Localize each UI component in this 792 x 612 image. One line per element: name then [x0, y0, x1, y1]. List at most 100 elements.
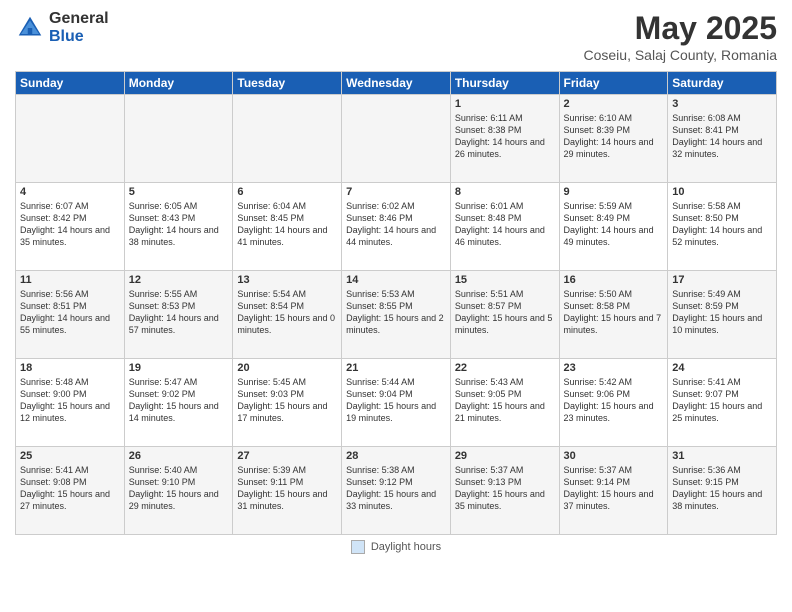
- day-number: 26: [129, 450, 229, 462]
- day-info: Sunrise: 6:11 AM Sunset: 8:38 PM Dayligh…: [455, 112, 555, 161]
- day-number: 17: [672, 274, 772, 286]
- calendar: SundayMondayTuesdayWednesdayThursdayFrid…: [15, 71, 777, 535]
- day-number: 5: [129, 186, 229, 198]
- calendar-cell: 10 Sunrise: 5:58 AM Sunset: 8:50 PM Dayli…: [668, 183, 777, 271]
- day-info: Sunrise: 5:48 AM Sunset: 9:00 PM Dayligh…: [20, 376, 120, 425]
- calendar-cell: 23 Sunrise: 5:42 AM Sunset: 9:06 PM Dayli…: [559, 359, 668, 447]
- day-info: Sunrise: 5:42 AM Sunset: 9:06 PM Dayligh…: [564, 376, 664, 425]
- day-info: Sunrise: 6:08 AM Sunset: 8:41 PM Dayligh…: [672, 112, 772, 161]
- day-number: 24: [672, 362, 772, 374]
- logo-text: General Blue: [49, 10, 109, 45]
- day-header-thursday: Thursday: [450, 72, 559, 95]
- day-number: 11: [20, 274, 120, 286]
- logo-general-text: General: [49, 10, 109, 28]
- day-number: 30: [564, 450, 664, 462]
- day-info: Sunrise: 5:41 AM Sunset: 9:07 PM Dayligh…: [672, 376, 772, 425]
- day-header-wednesday: Wednesday: [342, 72, 451, 95]
- calendar-cell: 2Sunrise: 6:10 AM Sunset: 8:39 PM Daylig…: [559, 95, 668, 183]
- day-info: Sunrise: 5:50 AM Sunset: 8:58 PM Dayligh…: [564, 288, 664, 337]
- day-info: Sunrise: 5:37 AM Sunset: 9:13 PM Dayligh…: [455, 464, 555, 513]
- day-info: Sunrise: 5:37 AM Sunset: 9:14 PM Dayligh…: [564, 464, 664, 513]
- day-info: Sunrise: 5:43 AM Sunset: 9:05 PM Dayligh…: [455, 376, 555, 425]
- day-number: 23: [564, 362, 664, 374]
- day-number: 2: [564, 98, 664, 110]
- day-number: 3: [672, 98, 772, 110]
- calendar-cell: 7 Sunrise: 6:02 AM Sunset: 8:46 PM Daylig…: [342, 183, 451, 271]
- calendar-cell: 18 Sunrise: 5:48 AM Sunset: 9:00 PM Dayli…: [16, 359, 125, 447]
- day-number: 31: [672, 450, 772, 462]
- header-row: SundayMondayTuesdayWednesdayThursdayFrid…: [16, 72, 777, 95]
- day-info: Sunrise: 5:36 AM Sunset: 9:15 PM Dayligh…: [672, 464, 772, 513]
- calendar-cell: 19Sunrise: 5:47 AM Sunset: 9:02 PM Dayli…: [124, 359, 233, 447]
- calendar-cell: 25 Sunrise: 5:41 AM Sunset: 9:08 PM Dayli…: [16, 447, 125, 535]
- week-row-2: 4Sunrise: 6:07 AM Sunset: 8:42 PM Daylig…: [16, 183, 777, 271]
- day-number: 13: [237, 274, 337, 286]
- day-number: 27: [237, 450, 337, 462]
- calendar-cell: 26 Sunrise: 5:40 AM Sunset: 9:10 PM Dayli…: [124, 447, 233, 535]
- day-info: Sunrise: 6:05 AM Sunset: 8:43 PM Dayligh…: [129, 200, 229, 249]
- day-number: 10: [672, 186, 772, 198]
- day-info: Sunrise: 5:58 AM Sunset: 8:50 PM Dayligh…: [672, 200, 772, 249]
- main-title: May 2025: [583, 10, 777, 47]
- day-info: Sunrise: 6:04 AM Sunset: 8:45 PM Dayligh…: [237, 200, 337, 249]
- day-number: 21: [346, 362, 446, 374]
- calendar-cell: 16Sunrise: 5:50 AM Sunset: 8:58 PM Dayli…: [559, 271, 668, 359]
- calendar-cell: 21 Sunrise: 5:44 AM Sunset: 9:04 PM Dayli…: [342, 359, 451, 447]
- page: General Blue May 2025 Coseiu, Salaj Coun…: [0, 0, 792, 612]
- calendar-cell: 17 Sunrise: 5:49 AM Sunset: 8:59 PM Dayli…: [668, 271, 777, 359]
- calendar-cell: 4Sunrise: 6:07 AM Sunset: 8:42 PM Daylig…: [16, 183, 125, 271]
- day-info: Sunrise: 6:07 AM Sunset: 8:42 PM Dayligh…: [20, 200, 120, 249]
- logo-blue-text: Blue: [49, 28, 109, 46]
- day-number: 9: [564, 186, 664, 198]
- calendar-cell: [342, 95, 451, 183]
- day-header-saturday: Saturday: [668, 72, 777, 95]
- day-info: Sunrise: 5:44 AM Sunset: 9:04 PM Dayligh…: [346, 376, 446, 425]
- calendar-cell: 24 Sunrise: 5:41 AM Sunset: 9:07 PM Dayli…: [668, 359, 777, 447]
- day-number: 19: [129, 362, 229, 374]
- subtitle: Coseiu, Salaj County, Romania: [583, 47, 777, 63]
- day-number: 28: [346, 450, 446, 462]
- calendar-cell: [124, 95, 233, 183]
- day-info: Sunrise: 5:40 AM Sunset: 9:10 PM Dayligh…: [129, 464, 229, 513]
- calendar-cell: 20Sunrise: 5:45 AM Sunset: 9:03 PM Dayli…: [233, 359, 342, 447]
- day-info: Sunrise: 5:53 AM Sunset: 8:55 PM Dayligh…: [346, 288, 446, 337]
- calendar-cell: 14 Sunrise: 5:53 AM Sunset: 8:55 PM Dayli…: [342, 271, 451, 359]
- calendar-cell: 15 Sunrise: 5:51 AM Sunset: 8:57 PM Dayli…: [450, 271, 559, 359]
- logo-icon: [15, 13, 45, 43]
- day-info: Sunrise: 5:49 AM Sunset: 8:59 PM Dayligh…: [672, 288, 772, 337]
- calendar-cell: 27 Sunrise: 5:39 AM Sunset: 9:11 PM Dayli…: [233, 447, 342, 535]
- day-info: Sunrise: 6:02 AM Sunset: 8:46 PM Dayligh…: [346, 200, 446, 249]
- day-number: 14: [346, 274, 446, 286]
- header: General Blue May 2025 Coseiu, Salaj Coun…: [15, 10, 777, 63]
- day-number: 29: [455, 450, 555, 462]
- daylight-legend-label: Daylight hours: [371, 541, 441, 553]
- day-info: Sunrise: 5:56 AM Sunset: 8:51 PM Dayligh…: [20, 288, 120, 337]
- daylight-legend-box: [351, 540, 365, 554]
- calendar-cell: 5 Sunrise: 6:05 AM Sunset: 8:43 PM Daylig…: [124, 183, 233, 271]
- day-info: Sunrise: 5:51 AM Sunset: 8:57 PM Dayligh…: [455, 288, 555, 337]
- day-number: 25: [20, 450, 120, 462]
- day-number: 8: [455, 186, 555, 198]
- calendar-cell: 6Sunrise: 6:04 AM Sunset: 8:45 PM Daylig…: [233, 183, 342, 271]
- week-row-3: 11 Sunrise: 5:56 AM Sunset: 8:51 PM Dayli…: [16, 271, 777, 359]
- day-number: 18: [20, 362, 120, 374]
- calendar-cell: 31 Sunrise: 5:36 AM Sunset: 9:15 PM Dayli…: [668, 447, 777, 535]
- day-number: 7: [346, 186, 446, 198]
- day-info: Sunrise: 5:55 AM Sunset: 8:53 PM Dayligh…: [129, 288, 229, 337]
- day-header-friday: Friday: [559, 72, 668, 95]
- logo: General Blue: [15, 10, 109, 45]
- calendar-header: SundayMondayTuesdayWednesdayThursdayFrid…: [16, 72, 777, 95]
- day-info: Sunrise: 5:45 AM Sunset: 9:03 PM Dayligh…: [237, 376, 337, 425]
- day-info: Sunrise: 5:39 AM Sunset: 9:11 PM Dayligh…: [237, 464, 337, 513]
- calendar-cell: 1Sunrise: 6:11 AM Sunset: 8:38 PM Daylig…: [450, 95, 559, 183]
- title-block: May 2025 Coseiu, Salaj County, Romania: [583, 10, 777, 63]
- calendar-cell: 28Sunrise: 5:38 AM Sunset: 9:12 PM Dayli…: [342, 447, 451, 535]
- day-info: Sunrise: 5:41 AM Sunset: 9:08 PM Dayligh…: [20, 464, 120, 513]
- day-number: 12: [129, 274, 229, 286]
- day-header-monday: Monday: [124, 72, 233, 95]
- calendar-cell: 29 Sunrise: 5:37 AM Sunset: 9:13 PM Dayli…: [450, 447, 559, 535]
- day-info: Sunrise: 5:54 AM Sunset: 8:54 PM Dayligh…: [237, 288, 337, 337]
- day-number: 15: [455, 274, 555, 286]
- day-header-tuesday: Tuesday: [233, 72, 342, 95]
- day-header-sunday: Sunday: [16, 72, 125, 95]
